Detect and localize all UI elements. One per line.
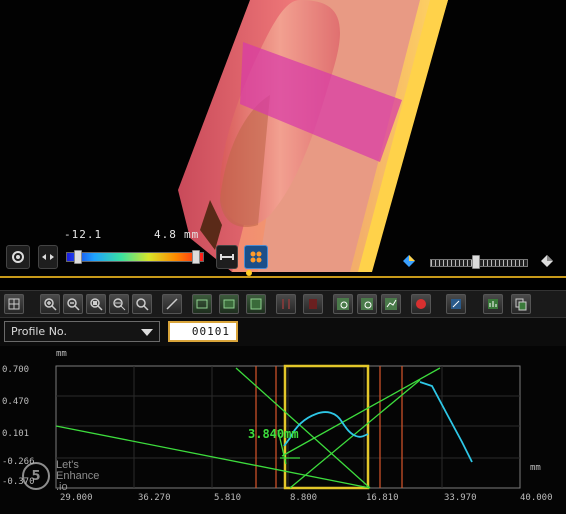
profile-grid-icon (8, 298, 20, 310)
profile-row: Profile No. 00101 (0, 318, 566, 346)
lighting-icon[interactable] (402, 254, 416, 268)
split-arrows-icon (42, 254, 54, 260)
fit-range-button[interactable] (216, 245, 238, 269)
chart-button[interactable] (483, 294, 503, 314)
app-window: -12.1 4.8 mm Profile No. 00101 3.840mm m… (0, 0, 566, 514)
zoom-fit-icon (113, 298, 126, 311)
search-chart-icon (385, 298, 397, 310)
palette-button[interactable] (244, 245, 268, 269)
profile-number-field[interactable]: 00101 (168, 321, 238, 342)
y-tick-1: 0.470 (2, 397, 29, 407)
x-unit-label: mm (530, 463, 541, 473)
bracket-button[interactable] (246, 294, 266, 314)
view-diamond-icon[interactable] (540, 254, 554, 268)
measurement-label: 3.840mm (248, 427, 299, 441)
colorbar-max-value: 4.8 (154, 228, 177, 241)
zoom-in-button[interactable] (40, 294, 60, 314)
measure-point-icon (166, 298, 178, 310)
export-icon (451, 299, 461, 309)
watermark-line-1: Let's (56, 458, 79, 471)
y-unit-label: mm (56, 349, 67, 359)
search-plot-icon (337, 298, 349, 310)
zoom-reset-button[interactable] (132, 294, 152, 314)
colorbar-min-handle[interactable] (74, 250, 82, 264)
colorbar-unit: mm (184, 228, 200, 241)
marker-icon (282, 299, 290, 309)
zoom-in-icon (44, 298, 57, 311)
chevron-down-icon (141, 329, 153, 336)
x-tick-2: 5.810 (214, 493, 241, 503)
measure-area-icon (223, 299, 235, 309)
watermark-logo: 5 (22, 462, 50, 490)
3d-viewport[interactable]: -12.1 4.8 mm (0, 0, 566, 278)
marker-red-button[interactable] (303, 294, 323, 314)
measure-line-button[interactable] (192, 294, 212, 314)
marker-button[interactable] (276, 294, 296, 314)
measure-line-icon (196, 299, 208, 309)
zoom-slider-handle[interactable] (472, 255, 480, 269)
height-colorbar (66, 252, 204, 262)
search-chart-button[interactable] (381, 294, 401, 314)
colorbar-toggle-button[interactable] (38, 245, 58, 269)
search-table-button[interactable] (357, 294, 377, 314)
record-icon (416, 299, 426, 309)
main-toolbar (0, 290, 566, 318)
search-table-icon (361, 298, 373, 310)
measure-area-button[interactable] (219, 294, 239, 314)
watermark-line-2: Enhance (56, 469, 100, 482)
record-icon (12, 251, 24, 263)
export-button[interactable] (446, 294, 466, 314)
watermark-text: Let's Enhance .io (56, 458, 100, 493)
zoom-out-icon (67, 298, 80, 311)
copy-icon (515, 298, 527, 311)
x-tick-4: 16.810 (366, 493, 399, 503)
record-toggle-button[interactable] (411, 294, 431, 314)
y-tick-2: 0.101 (2, 429, 29, 439)
profile-type-select[interactable]: Profile No. (4, 321, 160, 342)
zoom-out-button[interactable] (63, 294, 83, 314)
zoom-area-icon (90, 298, 103, 311)
x-tick-6: 40.000 (520, 493, 553, 503)
profile-type-label: Profile No. (11, 325, 67, 338)
watermark: 5 Let's Enhance .io (22, 456, 122, 496)
profile-grid-button[interactable] (4, 294, 24, 314)
colorbar-max-handle[interactable] (192, 250, 200, 264)
x-tick-3: 8.800 (290, 493, 317, 503)
marker-red-icon (309, 299, 317, 309)
bracket-icon (250, 298, 262, 310)
palette-icon (250, 251, 262, 263)
range-icon (220, 254, 234, 260)
colorbar-min-value: -12.1 (64, 228, 103, 241)
zoom-fit-button[interactable] (109, 294, 129, 314)
record-button[interactable] (6, 245, 30, 269)
measure-point-button[interactable] (162, 294, 182, 314)
copy-button[interactable] (511, 294, 531, 314)
zoom-area-button[interactable] (86, 294, 106, 314)
x-tick-5: 33.970 (444, 493, 477, 503)
watermark-line-3: .io (56, 480, 68, 493)
chart-icon (488, 299, 498, 309)
y-tick-0: 0.700 (2, 365, 29, 375)
x-tick-1: 36.270 (138, 493, 171, 503)
search-plot-button[interactable] (333, 294, 353, 314)
zoom-reset-icon (136, 298, 149, 311)
focus-marker (246, 270, 252, 276)
